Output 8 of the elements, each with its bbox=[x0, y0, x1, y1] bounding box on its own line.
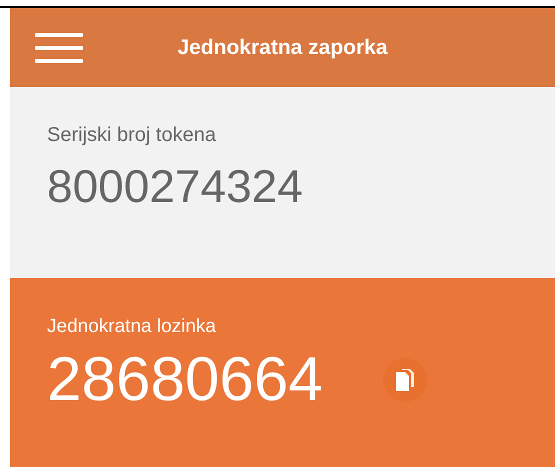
token-label: Serijski broj tokena bbox=[47, 124, 217, 147]
menu-icon[interactable] bbox=[35, 32, 83, 64]
copy-button[interactable] bbox=[382, 358, 427, 402]
password-label: Jednokratna lozinka bbox=[47, 316, 217, 338]
one-time-password: 28680664 bbox=[47, 344, 323, 415]
screen-title: Jednokratna zaporka bbox=[177, 36, 388, 60]
token-serial: 8000274324 bbox=[47, 159, 304, 213]
copy-icon bbox=[394, 368, 415, 392]
